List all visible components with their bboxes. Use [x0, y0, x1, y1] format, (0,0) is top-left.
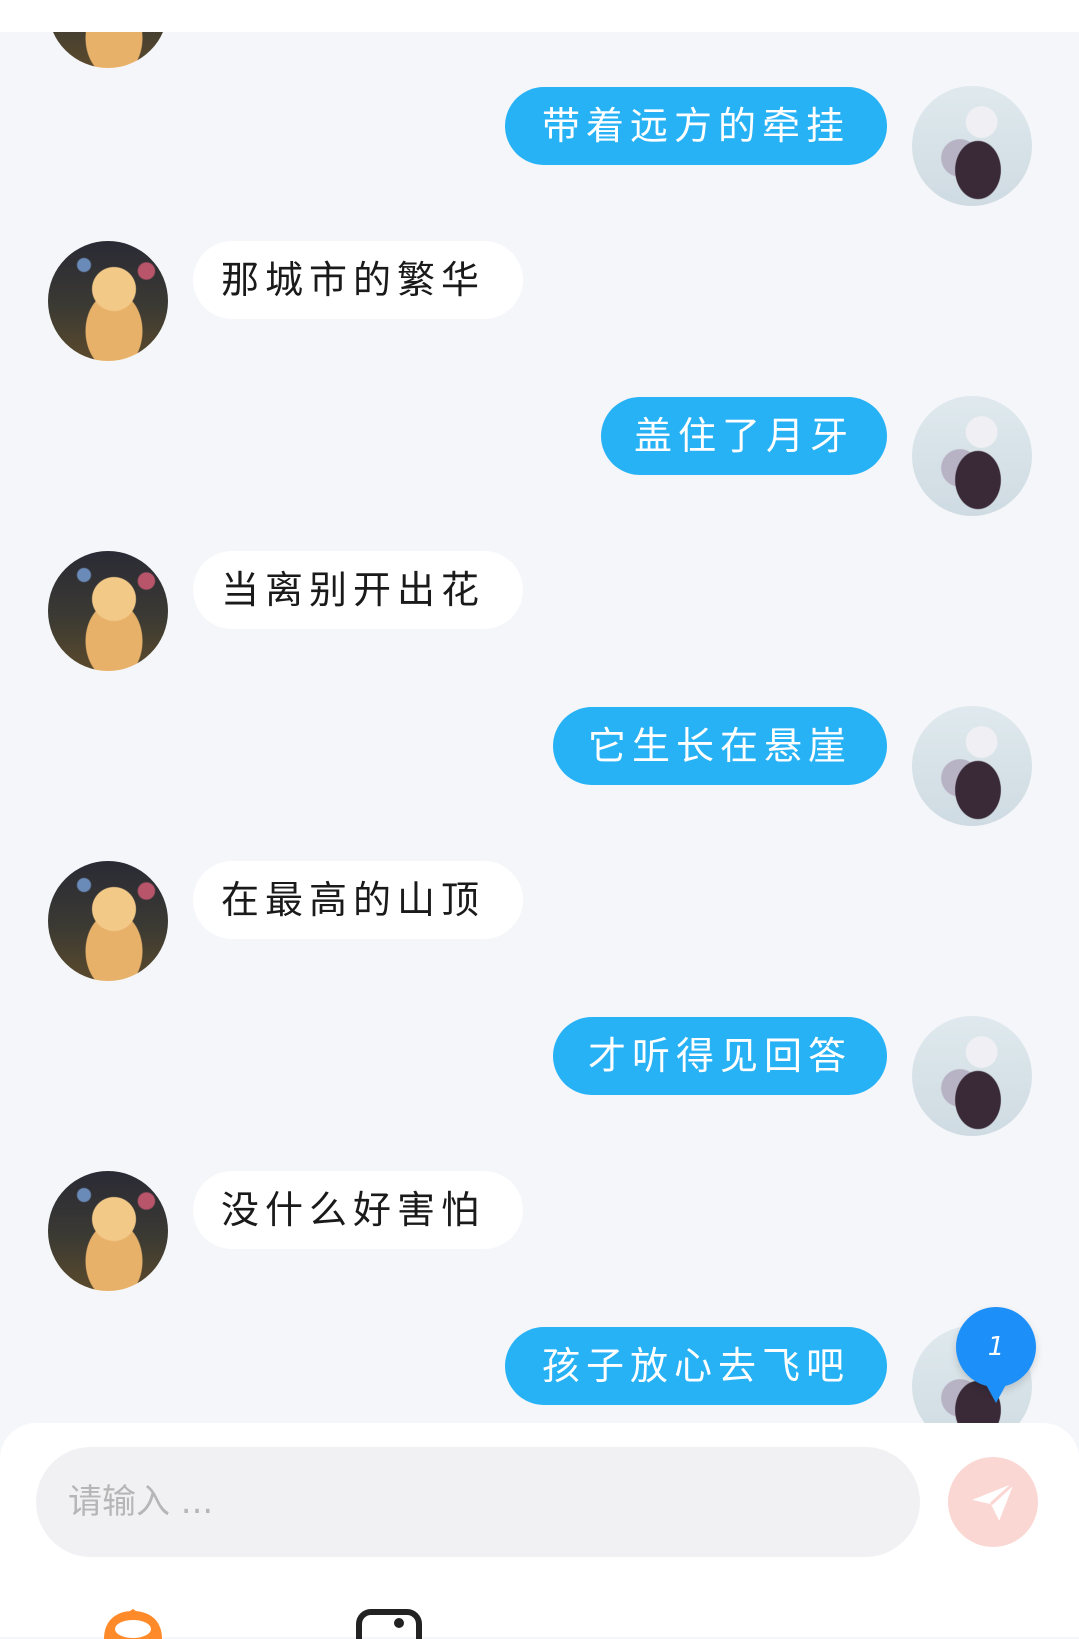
message-bubble-self[interactable]: 才听得见回答: [553, 1017, 887, 1095]
send-button[interactable]: [948, 1457, 1038, 1547]
composer-bar: [0, 1423, 1079, 1639]
unread-count-badge[interactable]: 1: [956, 1307, 1036, 1403]
contact-avatar[interactable]: [48, 32, 168, 68]
user-avatar[interactable]: [912, 86, 1032, 206]
message-bubble-other[interactable]: 在最高的山顶: [193, 861, 523, 939]
message-bubble-self[interactable]: 它生长在悬崖: [553, 707, 887, 785]
contact-avatar[interactable]: [48, 551, 168, 671]
chat-scroll-area[interactable]: 带着远方的牵挂 那城市的繁华 盖住了月牙 当离别开出花 它生长在悬崖 在最高的山…: [0, 32, 1079, 1424]
contact-avatar[interactable]: [48, 241, 168, 361]
user-avatar[interactable]: [912, 1016, 1032, 1136]
contact-avatar[interactable]: [48, 861, 168, 981]
message-bubble-self[interactable]: 带着远方的牵挂: [505, 87, 887, 165]
emoji-mascot-icon[interactable]: [96, 1609, 170, 1639]
send-icon: [972, 1482, 1015, 1521]
message-bubble-other[interactable]: 那城市的繁华: [193, 241, 523, 319]
contact-avatar[interactable]: [48, 1171, 168, 1291]
message-bubble-other[interactable]: 当离别开出花: [193, 551, 523, 629]
user-avatar[interactable]: [912, 396, 1032, 516]
message-bubble-self[interactable]: 盖住了月牙: [601, 397, 887, 475]
message-input[interactable]: [36, 1447, 920, 1557]
user-avatar[interactable]: [912, 706, 1032, 826]
message-bubble-self[interactable]: 孩子放心去飞吧: [505, 1327, 887, 1405]
message-bubble-other[interactable]: 没什么好害怕: [193, 1171, 523, 1249]
top-strip: [0, 0, 1079, 32]
camera-icon[interactable]: [356, 1609, 422, 1639]
